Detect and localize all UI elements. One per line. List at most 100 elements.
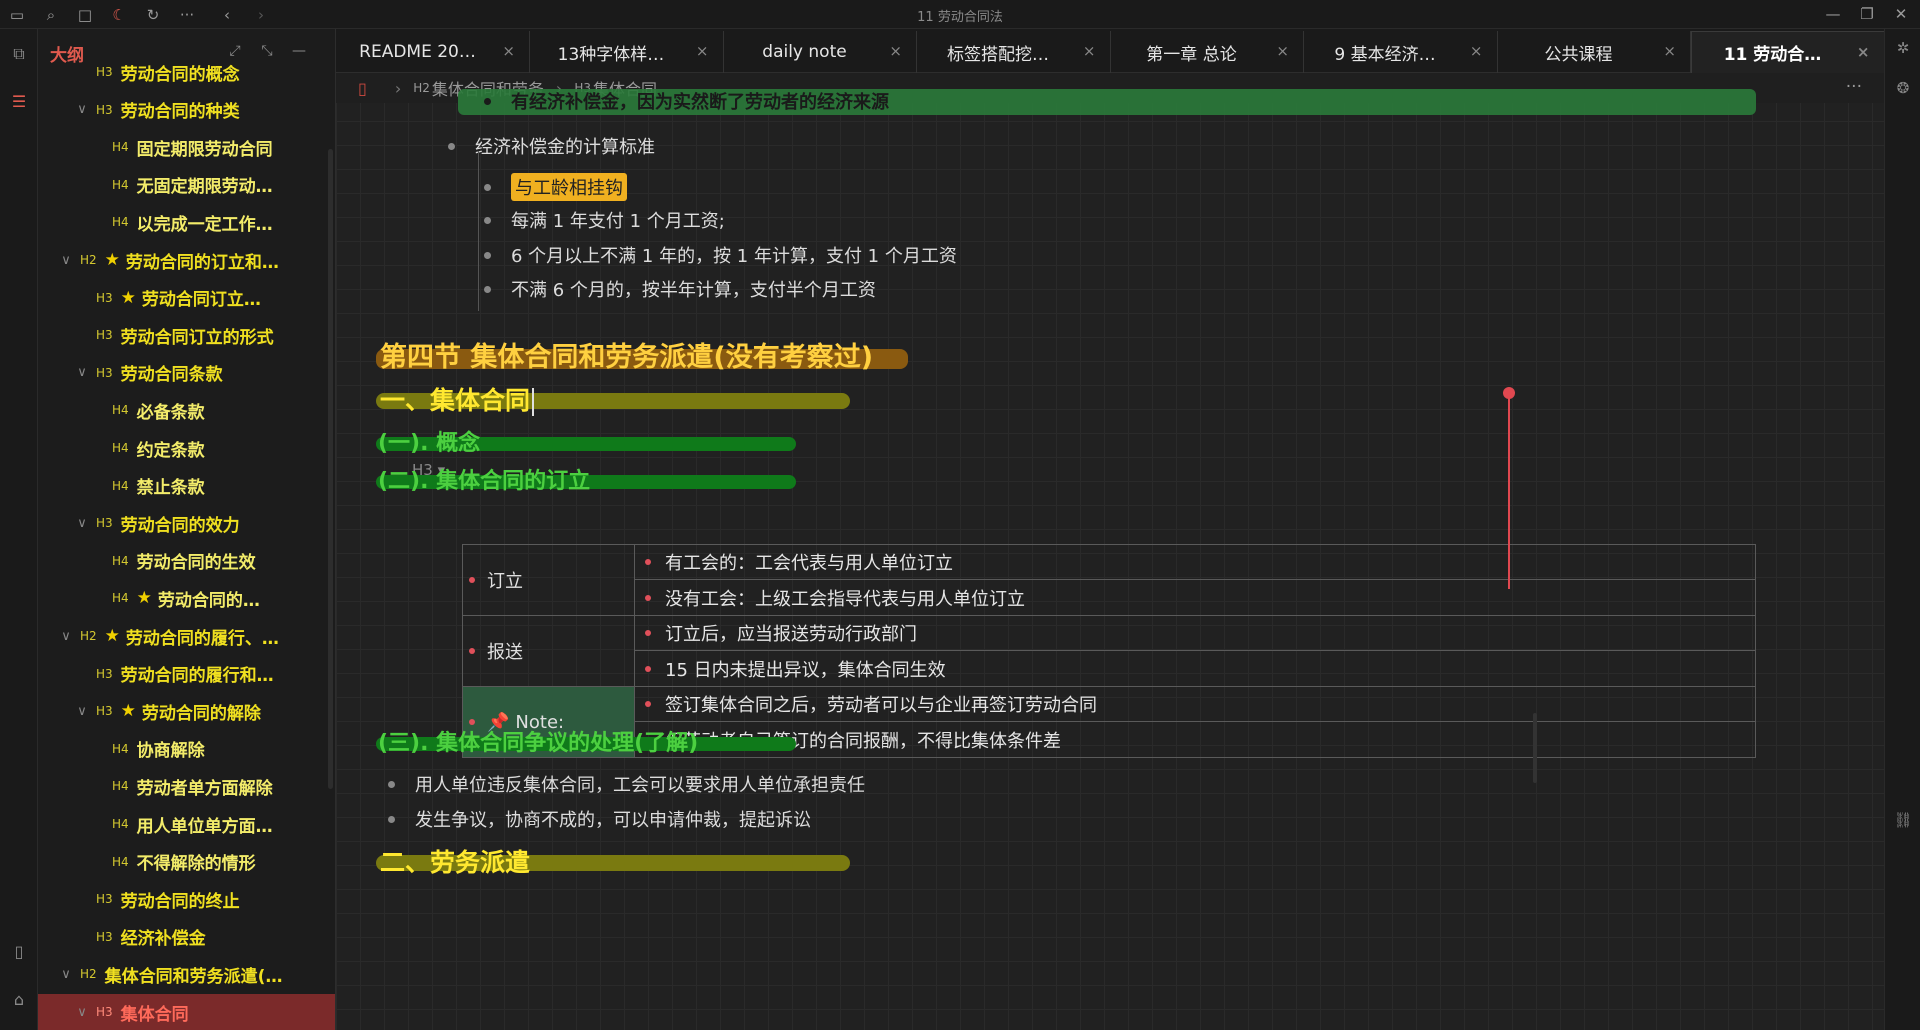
editor[interactable]: ▯ › H2 集体合同和劳务 › H3 集体合同 ··· 有经济补偿金，因为实然… [336,73,1884,1030]
heading-h3[interactable]: 一、集体合同 [380,381,535,417]
outline-item-label: 劳动合同的效力 [120,515,240,536]
tab[interactable]: 标签搭配挖… × [917,31,1111,73]
table-cell-label: 订立 [463,545,635,615]
chevron-down-icon[interactable]: ∨ [74,516,90,531]
outline-item-label: 不得解除的情形 [136,854,256,875]
outline-item[interactable]: ∨ H3 劳动合同条款 [38,355,335,391]
outline-item[interactable]: H4 以完成一定工作… [38,204,335,240]
outline-item[interactable]: ∨ H3 劳动合同的种类 [38,92,335,128]
editor-scrollbar[interactable] [1533,713,1537,783]
tab-label: 第一章 总论 [1146,44,1237,65]
chevron-down-icon[interactable]: ∨ [58,253,74,268]
close-tab-icon[interactable]: × [1663,42,1676,60]
restore-icon[interactable]: ❐ [1852,2,1882,27]
search-icon[interactable]: ⌕ [40,4,62,26]
heading-level-tag: H3 [96,290,113,305]
bullet-dot [645,630,651,636]
outline-item[interactable]: H3 经济补偿金 [38,919,335,955]
back-icon[interactable]: ‹ [216,4,238,26]
outline-item[interactable]: H4 ★ 劳动合同的… [38,580,335,616]
close-tab-icon[interactable]: × [1857,43,1870,61]
link-icon[interactable]: ⛓ [1892,809,1914,831]
outline-item-label: 劳动合同的履行、… [125,628,279,649]
tab[interactable]: 11 劳动合… × [1690,31,1885,73]
outline-item[interactable]: H3 ★ 劳动合同订立… [38,280,335,316]
outline-item[interactable]: ∨ H3 集体合同 [38,994,335,1030]
tab-bar: README 20… × 13种字体样… × daily note × 标签搭配挖… × 第一章… [336,29,1885,73]
heading-h4: (一). 概念 [378,431,481,456]
heading-level-tag: H4 [112,817,129,831]
more-options-icon[interactable]: ··· [1846,77,1862,97]
heading-level-tag: H4 [112,403,129,418]
tab[interactable]: 9 基本经济… × [1304,31,1498,73]
heading-level-tag: H3 [96,516,113,531]
outline-item[interactable]: H4 禁止条款 [38,468,335,504]
close-tab-icon[interactable]: × [696,42,709,60]
list-item: 不满 6 个月的，按半年计算，支付半个月工资 [484,276,876,302]
outline-item[interactable]: H3 劳动合同的概念 [38,54,335,90]
tab-label: README 20… [359,42,476,62]
outline-item[interactable]: H4 必备条款 [38,392,335,428]
outline-item[interactable]: H4 无固定期限劳动… [38,167,335,203]
heading-level-tag: H3 [96,1005,113,1019]
outline-icon[interactable]: ☰ [8,91,30,113]
more-icon[interactable]: ··· [176,4,198,26]
close-tab-icon[interactable]: × [502,42,515,60]
close-tab-icon[interactable]: × [1276,42,1289,60]
outline-item[interactable]: H4 用人单位单方面… [38,806,335,842]
refresh-icon[interactable]: ↻ [142,4,164,26]
outline-item[interactable]: H3 劳动合同的履行和… [38,656,335,692]
settings-icon[interactable]: ✲ [1892,37,1914,59]
tab[interactable]: daily note × [723,31,917,73]
outline-item[interactable]: ∨ H2 ★ 劳动合同的订立和… [38,242,335,278]
star-icon: ★ [136,588,152,609]
list-item: 用人单位违反集体合同，工会可以要求用人单位承担责任 [388,771,865,797]
tab[interactable]: 13种字体样… × [530,31,724,73]
close-icon[interactable]: ✕ [1886,2,1916,27]
outline-item[interactable]: ∨ H2 集体合同和劳务派遣(… [38,956,335,992]
chevron-down-icon[interactable]: ∨ [58,967,74,982]
window-title: 11 劳动合同法 [917,10,1003,25]
chevron-down-icon[interactable]: ∨ [74,704,90,719]
outline-item[interactable]: H3 劳动合同的终止 [38,881,335,917]
chevron-down-icon[interactable]: ∨ [74,102,90,117]
square-icon[interactable]: □ [74,4,96,26]
calendar-icon[interactable]: ▭ [6,4,28,26]
outline-item[interactable]: H4 协商解除 [38,731,335,767]
moon-icon[interactable]: ☾ [108,4,130,26]
close-tab-icon[interactable]: × [1083,42,1096,60]
outline-item[interactable]: H4 固定期限劳动合同 [38,129,335,165]
graph-icon[interactable]: ⧉ [8,43,30,65]
outline-item[interactable]: ∨ H3 劳动合同的效力 [38,505,335,541]
outline-item[interactable]: H4 约定条款 [38,430,335,466]
tab[interactable]: 公共课程 × [1497,31,1691,73]
tab[interactable]: 第一章 总论 × [1110,31,1304,73]
outline-item[interactable]: ∨ H3 ★ 劳动合同的解除 [38,693,335,729]
bullet-dot [645,665,651,672]
outline-item[interactable]: H4 不得解除的情形 [38,844,335,880]
outline-item[interactable]: H3 劳动合同订立的形式 [38,317,335,353]
outline-scrollbar[interactable] [328,149,333,789]
chevron-down-icon[interactable]: ∨ [74,365,90,380]
minimize-icon[interactable]: — [1818,2,1848,27]
plugin-icon[interactable]: ❂ [1892,77,1914,99]
outline-item-label: 经济补偿金 [120,929,206,950]
chevron-down-icon[interactable]: ∨ [58,629,74,644]
outline-item-label: 劳动合同的种类 [120,102,240,123]
bullet-dot [484,97,491,105]
outline-item[interactable]: ∨ H2 ★ 劳动合同的履行、… [38,618,335,654]
forward-icon[interactable]: › [250,4,272,26]
book-icon[interactable]: ▯ [8,941,30,963]
outline-item[interactable]: H4 劳动合同的生效 [38,543,335,579]
close-tab-icon[interactable]: × [1470,42,1483,60]
list-item: 与工龄相挂钩 [484,173,627,201]
outline-item[interactable]: H4 劳动者单方面解除 [38,768,335,804]
heading-level-tag: H2 [80,967,97,982]
list-item: 每满 1 年支付 1 个月工资; [484,207,725,233]
chevron-down-icon[interactable]: ∨ [74,1005,90,1020]
close-tab-icon[interactable]: × [889,42,902,60]
tab[interactable]: README 20… × [336,31,530,73]
outline-item-label: 禁止条款 [136,478,205,499]
tag-icon[interactable]: ⌂ [8,989,30,1011]
outline-item-label: 必备条款 [136,402,205,423]
